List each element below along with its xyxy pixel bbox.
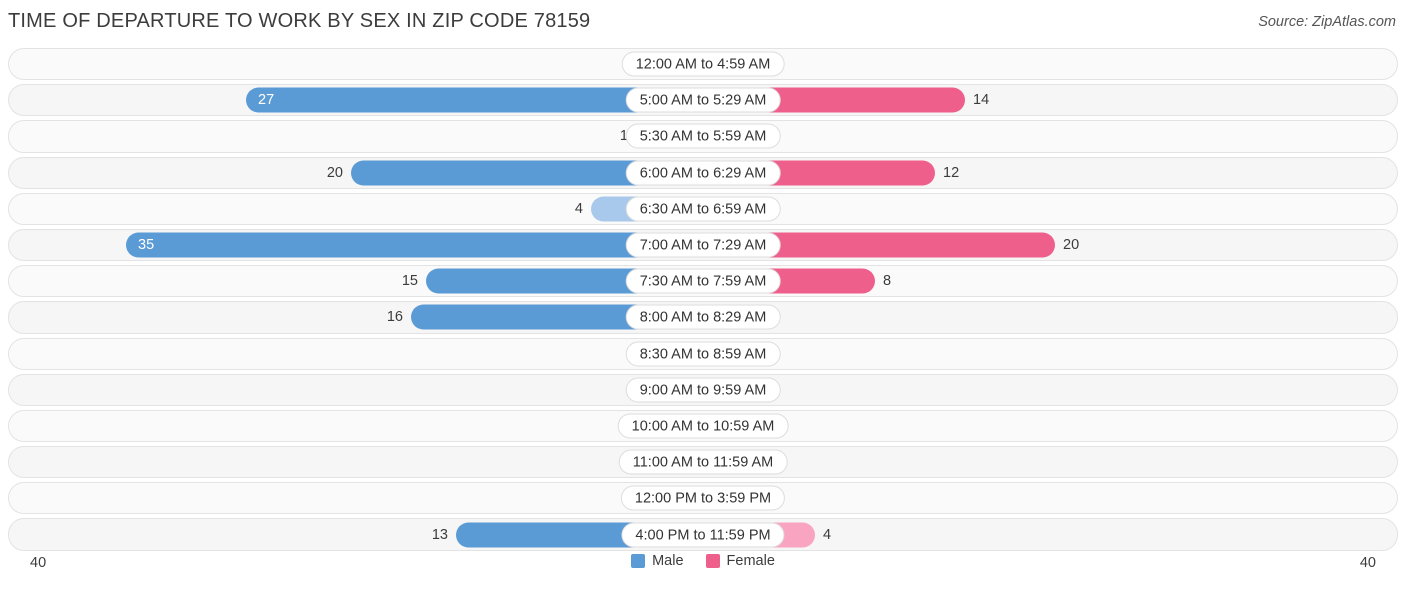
row-bars: 35 20 7:00 AM to 7:29 AM	[8, 227, 1398, 263]
row-bars: 15 8 7:30 AM to 7:59 AM	[8, 263, 1398, 299]
bar-value-male: 20	[326, 164, 343, 181]
bar-value-female: 12	[943, 164, 960, 181]
category-label: 8:00 AM to 8:29 AM	[625, 304, 781, 330]
legend-swatch-male	[631, 553, 646, 568]
chart-row: 008:30 AM to 8:59 AM	[8, 336, 1398, 372]
axis-row: 40 40 Male Female	[8, 553, 1398, 577]
bar-value-male: 4	[574, 200, 583, 217]
chart-row: 105:30 AM to 5:59 AM	[8, 118, 1398, 154]
category-label: 8:30 AM to 8:59 AM	[625, 341, 781, 367]
category-label: 6:30 AM to 6:59 AM	[625, 196, 781, 222]
row-bars: 0011:00 AM to 11:59 AM	[8, 444, 1398, 480]
source-label: Source: ZipAtlas.com	[1258, 14, 1396, 30]
chart-row: 009:00 AM to 9:59 AM	[8, 372, 1398, 408]
chart-row: 20 12 6:00 AM to 6:29 AM	[8, 155, 1398, 191]
bar-value-male: 13	[431, 526, 448, 543]
category-label: 6:00 AM to 6:29 AM	[625, 160, 781, 186]
bar-value-female: 8	[883, 273, 892, 290]
chart-row: 0010:00 AM to 10:59 AM	[8, 408, 1398, 444]
page-title: TIME OF DEPARTURE TO WORK BY SEX IN ZIP …	[8, 10, 591, 32]
row-bars: 009:00 AM to 9:59 AM	[8, 372, 1398, 408]
category-label: 7:00 AM to 7:29 AM	[625, 232, 781, 258]
chart-row: 1608:00 AM to 8:29 AM	[8, 299, 1398, 335]
row-bars: 008:30 AM to 8:59 AM	[8, 336, 1398, 372]
row-bars: 105:30 AM to 5:59 AM	[8, 118, 1398, 154]
bar-male[interactable]	[126, 232, 703, 258]
category-label: 5:30 AM to 5:59 AM	[625, 123, 781, 149]
row-bars: 1608:00 AM to 8:29 AM	[8, 299, 1398, 335]
row-bars: 13 4 4:00 PM to 11:59 PM	[8, 516, 1398, 552]
row-bars: 0012:00 PM to 3:59 PM	[8, 480, 1398, 516]
category-label: 9:00 AM to 9:59 AM	[625, 377, 781, 403]
category-label: 5:00 AM to 5:29 AM	[625, 87, 781, 113]
legend-item-male[interactable]: Male	[631, 552, 684, 569]
chart-row: 0012:00 AM to 4:59 AM	[8, 46, 1398, 82]
category-label: 10:00 AM to 10:59 AM	[617, 413, 789, 439]
bar-value-male: 16	[386, 309, 403, 326]
chart-row: 15 8 7:30 AM to 7:59 AM	[8, 263, 1398, 299]
category-label: 4:00 PM to 11:59 PM	[621, 522, 785, 548]
row-bars: 406:30 AM to 6:59 AM	[8, 191, 1398, 227]
legend-item-female[interactable]: Female	[705, 552, 775, 569]
chart-row: 406:30 AM to 6:59 AM	[8, 191, 1398, 227]
bar-value-male: 35	[138, 237, 155, 254]
chart-row: 35 20 7:00 AM to 7:29 AM	[8, 227, 1398, 263]
legend-swatch-female	[705, 553, 720, 568]
row-bars: 0012:00 AM to 4:59 AM	[8, 46, 1398, 82]
row-bars: 20 12 6:00 AM to 6:29 AM	[8, 155, 1398, 191]
chart-row: 13 4 4:00 PM to 11:59 PM	[8, 516, 1398, 552]
chart-row: 27 14 5:00 AM to 5:29 AM	[8, 82, 1398, 118]
category-label: 12:00 PM to 3:59 PM	[620, 485, 786, 511]
row-bars: 0010:00 AM to 10:59 AM	[8, 408, 1398, 444]
chart-legend: Male Female	[8, 553, 1398, 569]
chart-header: TIME OF DEPARTURE TO WORK BY SEX IN ZIP …	[0, 0, 1406, 46]
category-label: 12:00 AM to 4:59 AM	[621, 51, 785, 77]
bar-value-female: 14	[973, 92, 990, 109]
row-bars: 27 14 5:00 AM to 5:29 AM	[8, 82, 1398, 118]
bar-value-female: 20	[1063, 237, 1080, 254]
legend-label-male: Male	[652, 552, 684, 569]
chart-row: 0011:00 AM to 11:59 AM	[8, 444, 1398, 480]
category-label: 7:30 AM to 7:59 AM	[625, 268, 781, 294]
bar-value-female: 4	[823, 526, 832, 543]
category-label: 11:00 AM to 11:59 AM	[618, 449, 788, 475]
bar-value-male: 15	[401, 273, 418, 290]
diverging-bar-chart: 0012:00 AM to 4:59 AM 27 14 5:00 AM to 5:29…	[8, 46, 1398, 553]
legend-label-female: Female	[726, 552, 775, 569]
chart-row: 0012:00 PM to 3:59 PM	[8, 480, 1398, 516]
bar-value-male: 27	[258, 92, 275, 109]
